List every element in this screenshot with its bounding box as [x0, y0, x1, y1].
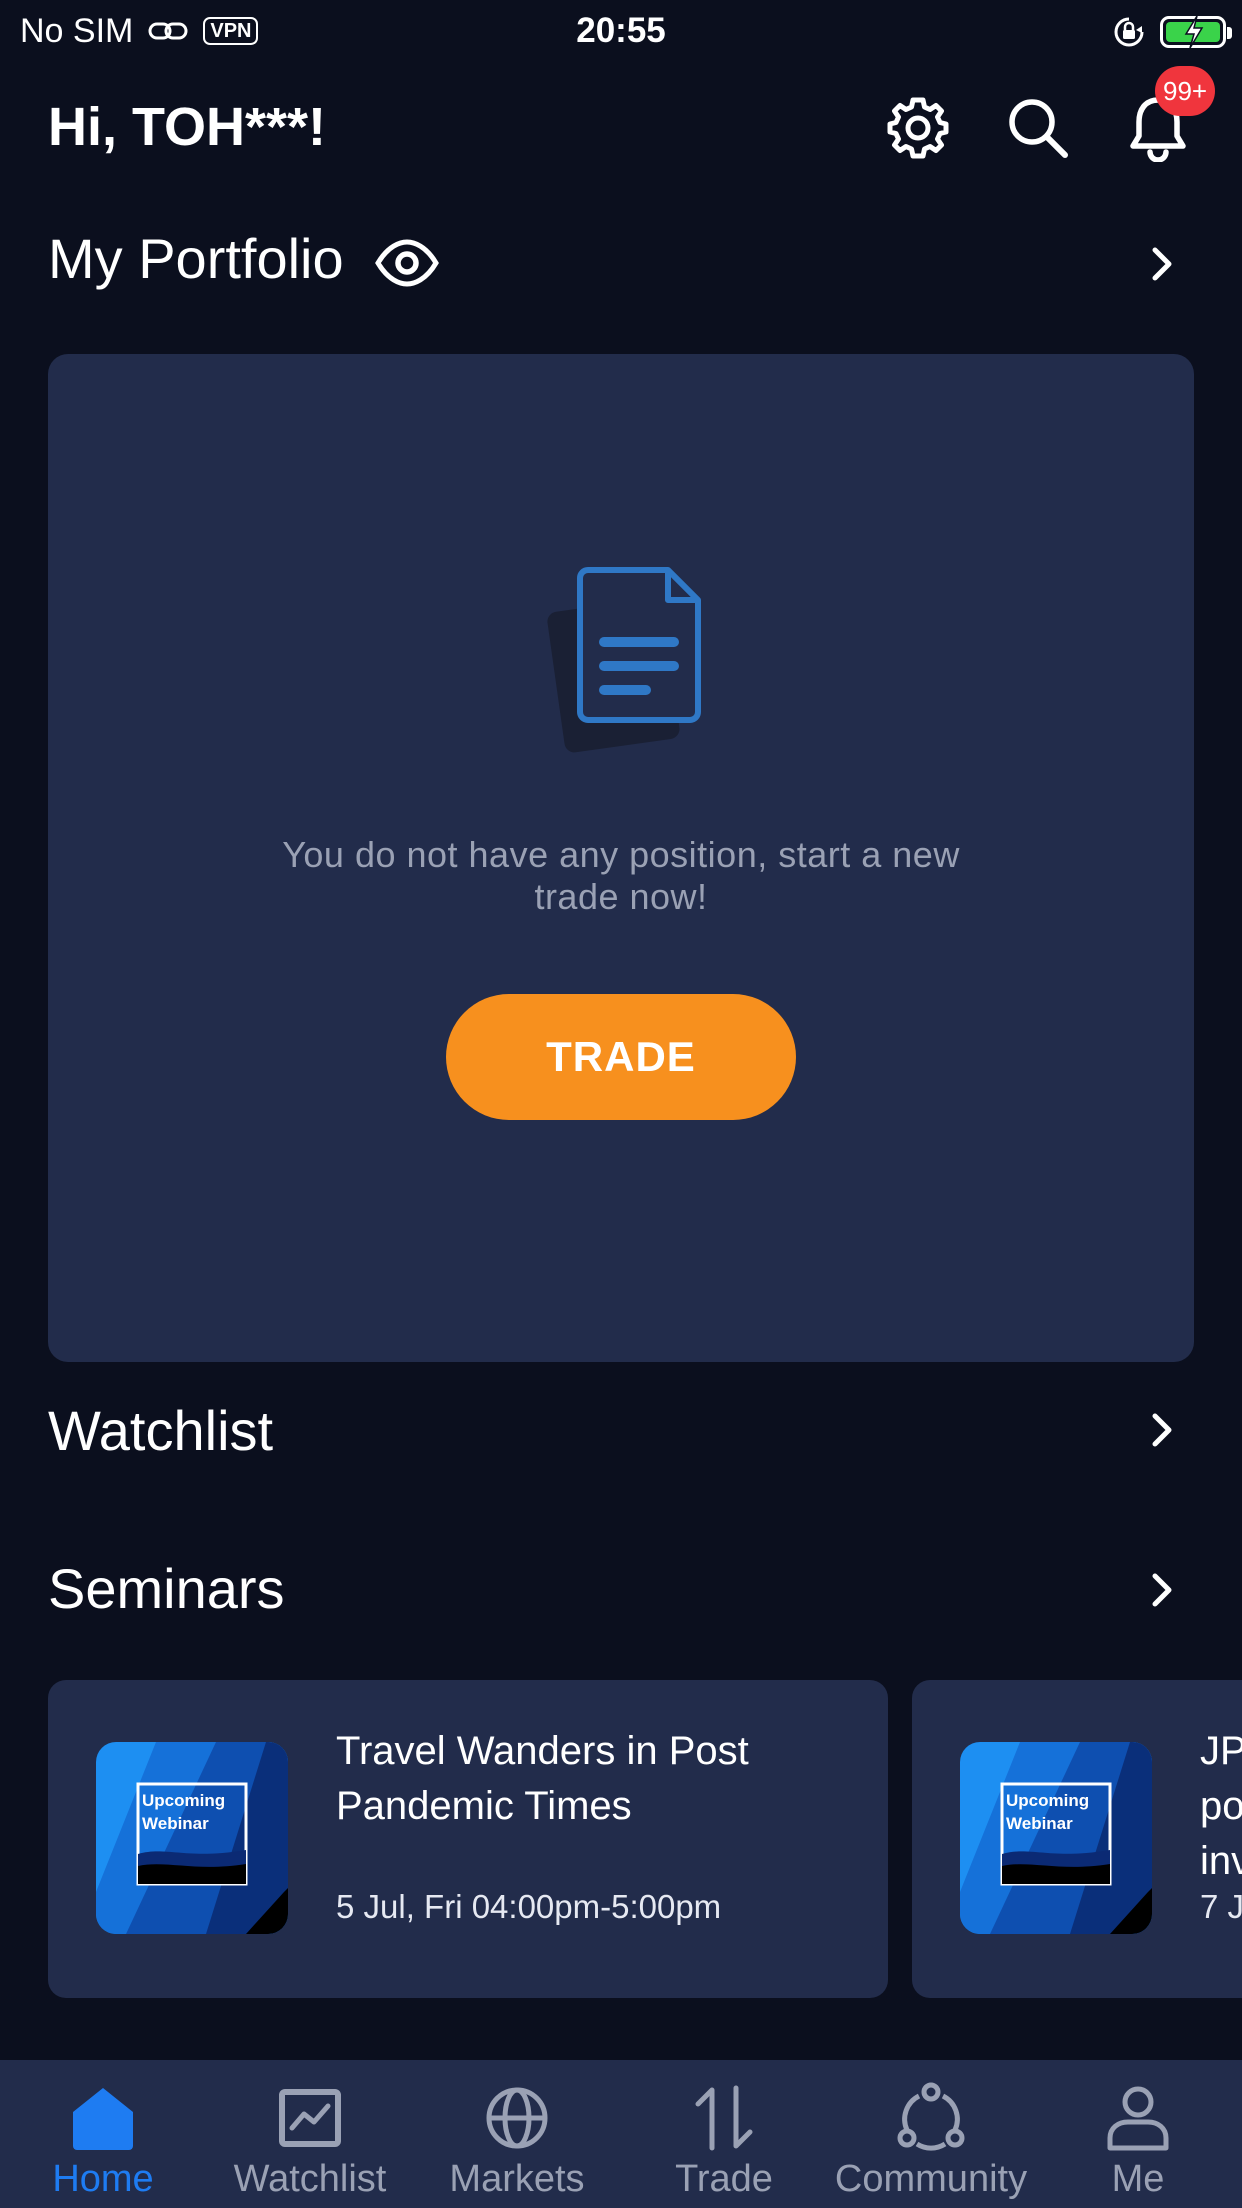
empty-portfolio-message: You do not have any position, start a ne…	[282, 834, 960, 917]
thumb-line1: Upcoming	[142, 1791, 225, 1810]
seminars-chevron-icon[interactable]	[1140, 1568, 1184, 1612]
thumb-line2: Webinar	[142, 1814, 209, 1833]
person-icon	[1107, 2086, 1169, 2151]
community-icon	[897, 2082, 965, 2151]
seminar-date: 7 Ju	[1200, 1888, 1242, 1925]
settings-button[interactable]	[882, 92, 954, 164]
status-bar: No SIM VPN 20:55	[0, 0, 1242, 62]
seminar-title: Travel Wanders in Post Pandemic Times	[336, 1729, 749, 1828]
portfolio-chevron-icon[interactable]	[1140, 242, 1184, 286]
trade-button[interactable]: TRADE	[446, 994, 796, 1120]
nav-label: Community	[834, 2158, 1028, 2200]
nav-label: Home	[52, 2158, 154, 2200]
battery-icon	[1160, 15, 1232, 49]
nav-label: Markets	[449, 2158, 585, 2200]
seminar-thumbnail: Upcoming Webinar	[96, 1742, 288, 1934]
seminars-title: Seminars	[48, 1557, 285, 1620]
search-icon	[1009, 99, 1068, 158]
portfolio-title: My Portfolio	[48, 227, 344, 290]
document-icon	[547, 567, 701, 753]
nav-trade[interactable]: Trade	[624, 2082, 824, 2202]
thumb-line2: Webinar	[1006, 1814, 1073, 1833]
notification-badge: 99+	[1155, 66, 1216, 116]
chart-icon	[279, 2089, 341, 2147]
seminar-thumbnail: Upcoming Webinar	[960, 1742, 1152, 1934]
nav-label: Watchlist	[233, 2158, 387, 2200]
clock: 20:55	[576, 11, 666, 50]
globe-icon	[486, 2087, 548, 2149]
bottom-nav: Home Watchlist Markets Trade Community M…	[0, 2060, 1242, 2208]
seminar-date: 5 Jul, Fri 04:00pm-5:00pm	[336, 1888, 722, 1925]
watchlist-chevron-icon[interactable]	[1140, 1408, 1184, 1452]
nav-community[interactable]: Community	[831, 2082, 1031, 2202]
nav-label: Trade	[675, 2158, 773, 2200]
home-icon	[73, 2088, 133, 2150]
greeting-title: Hi, TOH***!	[48, 97, 327, 157]
seminar-card[interactable]: Upcoming Webinar Travel Wanders in Post …	[48, 1680, 888, 1998]
nav-label: Me	[1111, 2158, 1165, 2200]
portfolio-card: You do not have any position, start a ne…	[48, 354, 1194, 1362]
nav-markets[interactable]: Markets	[417, 2082, 617, 2202]
orientation-lock-icon	[1114, 17, 1144, 47]
search-button[interactable]	[1002, 92, 1074, 164]
seminar-card[interactable]: Upcoming Webinar JPI po inv 7 Ju	[912, 1680, 1242, 1998]
nav-watchlist[interactable]: Watchlist	[210, 2082, 410, 2202]
watchlist-title: Watchlist	[48, 1399, 274, 1462]
nav-home[interactable]: Home	[3, 2082, 203, 2202]
arrows-icon	[695, 2085, 753, 2151]
gear-icon	[887, 97, 949, 159]
thumb-line1: Upcoming	[1006, 1791, 1089, 1810]
nav-me[interactable]: Me	[1038, 2082, 1238, 2202]
seminar-title: JPI po inv	[1200, 1729, 1242, 1883]
eye-icon[interactable]	[374, 238, 440, 288]
